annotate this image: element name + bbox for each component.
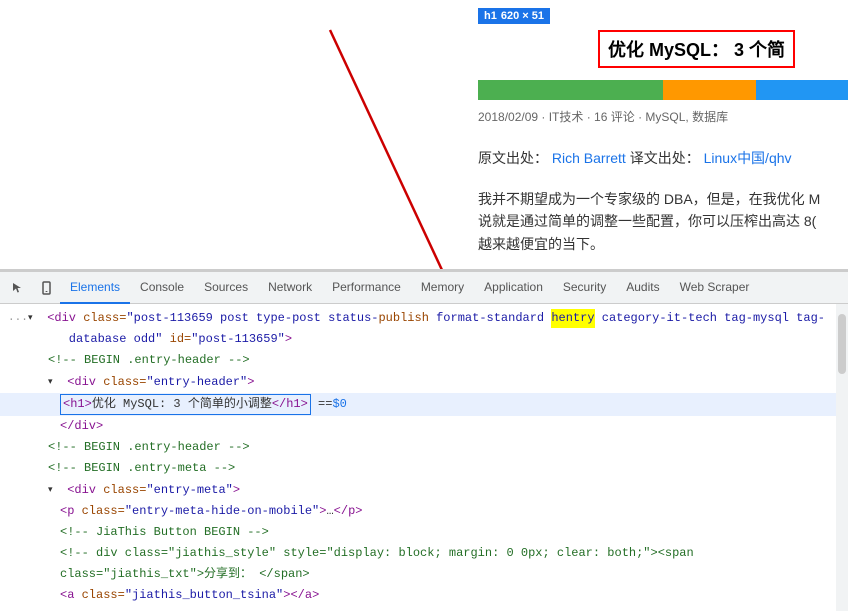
badge-dims: 620 × 51 [501,10,544,22]
colored-bars [478,80,848,100]
tab-audits[interactable]: Audits [616,272,669,304]
vertical-scrollbar[interactable] [836,304,848,611]
code-line-8: ▾ <div class="entry-meta"> [0,480,848,501]
code-line-1: ... ▾ <div class="post-113659 post type-… [0,308,848,329]
tooltip-title-text: 优化 MySQL： 3 个简 [608,40,785,60]
webpage-preview: h1 620 × 51 优化 MySQL： 3 个简 2018/02/09 · … [0,0,848,270]
content-line3: 越来越便宜的当下。 [478,233,848,255]
code-area: ... ▾ <div class="post-113659 post type-… [0,304,848,611]
h1-badge: h1 620 × 51 [478,8,550,24]
hentry-highlight: hentry [551,309,594,328]
bar-orange [663,80,756,100]
device-toggle-btn[interactable] [32,274,60,302]
tab-memory[interactable]: Memory [411,272,474,304]
tab-elements[interactable]: Elements [60,272,130,304]
code-line-2: <!-- BEGIN .entry-header --> [0,350,848,371]
code-line-5: </div> [0,416,848,437]
code-line-11: <!-- div class="jiathis_style" style="di… [0,543,848,564]
bar-blue [756,80,848,100]
title-tooltip: 优化 MySQL： 3 个简 [598,30,795,68]
toggle-entry-meta[interactable]: ▾ [48,483,60,497]
source-link1[interactable]: Rich Barrett [552,150,626,166]
code-line-4: <h1>优化 MySQL: 3 个简单的小调整</h1> == $0 [0,393,848,416]
code-line-13: <a class="jiathis_button_tsina"></a> [0,585,848,606]
tab-sources[interactable]: Sources [194,272,258,304]
code-line-7: <!-- BEGIN .entry-meta --> [0,458,848,479]
tab-network[interactable]: Network [258,272,322,304]
article-meta: 2018/02/09 · IT技术 · 16 评论 · MySQL, 数据库 [478,108,728,125]
red-arrow [320,20,500,270]
code-line-1b: database odd" id="post-113659"> [0,329,848,350]
source-link2[interactable]: Linux中国/qhv [704,150,792,166]
code-line-12: class="jiathis_txt">分享到： </span> [0,564,848,585]
toggle-entry-header[interactable]: ▾ [48,375,60,389]
bar-green [478,80,663,100]
tab-console[interactable]: Console [130,272,194,304]
devtools-tabs: Elements Console Sources Network Perform… [0,272,848,304]
tab-security[interactable]: Security [553,272,616,304]
code-line-9: <p class="entry-meta-hide-on-mobile"> … … [0,501,848,522]
code-line-10: <!-- JiaThis Button BEGIN --> [0,522,848,543]
tab-application[interactable]: Application [474,272,553,304]
source-prefix: 原文出处： [478,150,548,166]
three-dots: ... [8,310,28,328]
scrollbar-thumb[interactable] [838,314,846,374]
content-line1: 我并不期望成为一个专家级的 DBA，但是，在我优化 M [478,188,848,210]
article-content: 我并不期望成为一个专家级的 DBA，但是，在我优化 M 说就是通过简单的调整一些… [478,188,848,255]
code-line-3: ▾ <div class="entry-header"> [0,372,848,393]
article-meta-text: 2018/02/09 · IT技术 · 16 评论 · MySQL, 数据库 [478,110,728,124]
tab-performance[interactable]: Performance [322,272,411,304]
dollar-zero: $0 [332,395,346,414]
code-line-6: <!-- BEGIN .entry-header --> [0,437,848,458]
source-mid: 译文出处： [630,150,700,166]
inspect-icon-btn[interactable] [4,274,32,302]
tab-web-scraper[interactable]: Web Scraper [670,272,760,304]
h1-element[interactable]: <h1>优化 MySQL: 3 个简单的小调整</h1> [60,394,311,415]
toggle-div1[interactable]: ▾ [28,311,40,325]
devtools-panel: Elements Console Sources Network Perform… [0,270,848,530]
article-source: 原文出处： Rich Barrett 译文出处： Linux中国/qhv [478,148,792,168]
content-line2: 说就是通过简单的调整一些配置，你可以压榨出高达 8( [478,210,848,232]
badge-label: h1 [484,10,497,22]
